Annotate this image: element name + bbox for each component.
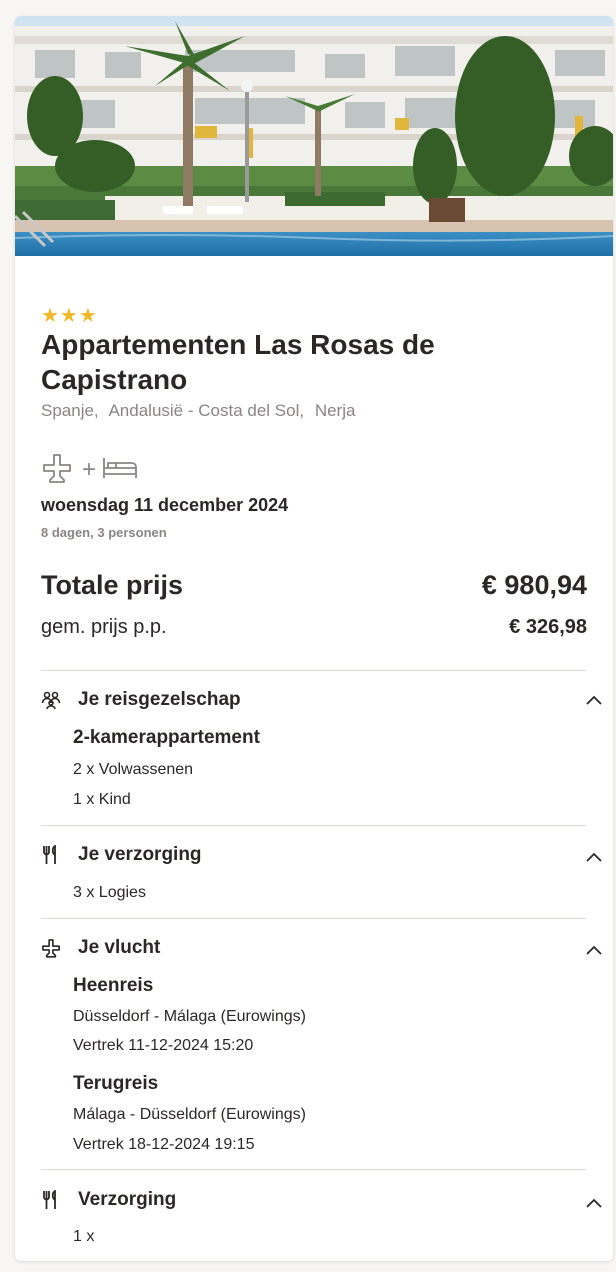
location-city: Nerja (314, 401, 356, 420)
catering-value: 1 x (73, 1228, 95, 1245)
outbound-time: Vertrek 11-12-2024 15:20 (73, 1037, 254, 1054)
divider (41, 1169, 586, 1170)
total-price-value: € 980,94 (481, 570, 587, 600)
departure-date: woensdag 11 december 2024 (41, 495, 289, 515)
price-per-person-value: € 326,98 (509, 616, 587, 638)
cutlery-icon (41, 1189, 61, 1211)
outbound-title: Heenreis (73, 975, 154, 996)
cutlery-icon (41, 844, 61, 866)
chevron-up-icon[interactable] (584, 851, 604, 865)
section-catering-title: Verzorging (78, 1189, 177, 1210)
party-child: 1 x Kind (73, 791, 131, 808)
plus-sign: + (82, 456, 97, 483)
return-time: Vertrek 18-12-2024 19:15 (73, 1136, 255, 1153)
trip-duration: 8 dagen, 3 personen (41, 525, 167, 540)
outbound-route: Düsseldorf - Málaga (Eurowings) (73, 1008, 306, 1025)
trip-type: + (41, 452, 138, 489)
location-region: Andalusië - Costa del Sol, (108, 401, 305, 420)
divider (41, 670, 586, 671)
return-title: Terugreis (73, 1073, 159, 1094)
airplane-icon (41, 452, 73, 489)
section-board-title: Je verzorging (78, 844, 202, 865)
total-price-label: Totale prijs (41, 570, 184, 600)
star-rating: ★★★ (41, 305, 98, 327)
section-catering-header[interactable]: Verzorging (41, 1187, 602, 1213)
bed-icon (102, 454, 138, 487)
hotel-location: Spanje, Andalusië - Costa del Sol, Nerja (41, 401, 361, 421)
chevron-up-icon[interactable] (584, 694, 604, 708)
hotel-name: Appartementen Las Rosas de Capistrano (41, 329, 435, 395)
section-flight-header[interactable]: Je vlucht (41, 935, 602, 961)
price-per-person-label: gem. prijs p.p. (41, 616, 167, 638)
hotel-photo (15, 16, 613, 256)
section-party-header[interactable]: Je reisgezelschap (41, 687, 602, 713)
location-country: Spanje, (41, 401, 99, 420)
booking-summary-card: ★★★ Appartementen Las Rosas de Capistran… (15, 16, 613, 1261)
board-value: 3 x Logies (73, 884, 146, 901)
people-icon (41, 689, 61, 711)
divider (41, 918, 586, 919)
divider (41, 825, 586, 826)
chevron-up-icon[interactable] (584, 1197, 604, 1211)
section-party-title: Je reisgezelschap (78, 689, 241, 710)
airplane-icon (41, 937, 61, 959)
room-type: 2-kamerappartement (73, 727, 260, 748)
section-board-header[interactable]: Je verzorging (41, 842, 602, 868)
chevron-up-icon[interactable] (584, 944, 604, 958)
section-flight-title: Je vlucht (78, 937, 161, 958)
party-adults: 2 x Volwassenen (73, 761, 194, 778)
return-route: Málaga - Düsseldorf (Eurowings) (73, 1106, 306, 1123)
